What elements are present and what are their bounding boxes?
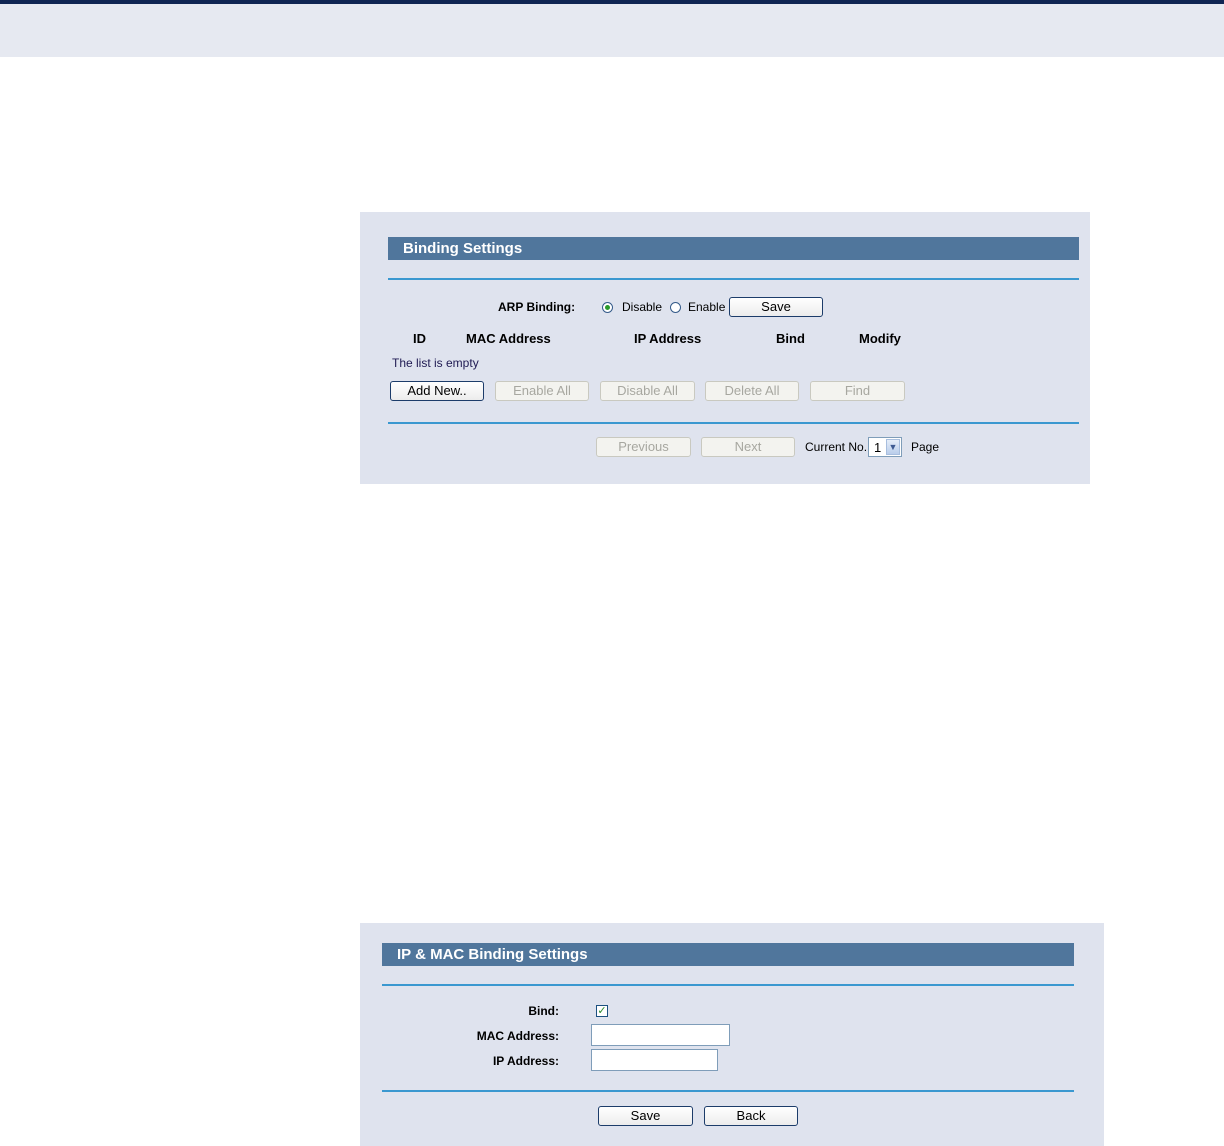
disable-all-button[interactable]: Disable All xyxy=(600,381,695,401)
chevron-down-icon: ▼ xyxy=(886,439,900,455)
arp-enable-radio[interactable] xyxy=(670,302,681,313)
column-modify: Modify xyxy=(859,331,901,346)
column-bind: Bind xyxy=(776,331,805,346)
arp-binding-label: ARP Binding: xyxy=(498,300,576,314)
divider-top xyxy=(382,984,1074,986)
arp-enable-label: Enable xyxy=(688,300,726,314)
enable-all-button[interactable]: Enable All xyxy=(495,381,589,401)
binding-settings-panel: Binding Settings ARP Binding: Disable En… xyxy=(360,212,1090,484)
divider-bottom xyxy=(382,1090,1074,1092)
back-button[interactable]: Back xyxy=(704,1106,798,1126)
arp-disable-label: Disable xyxy=(622,300,663,314)
save-button[interactable]: Save xyxy=(598,1106,693,1126)
ip-address-label: IP Address: xyxy=(492,1054,559,1068)
find-button[interactable]: Find xyxy=(810,381,905,401)
column-id: ID xyxy=(413,331,426,346)
column-mac-address: MAC Address xyxy=(466,331,551,346)
bind-label: Bind: xyxy=(528,1004,559,1018)
current-no-label: Current No. xyxy=(805,440,868,454)
add-new-button[interactable]: Add New.. xyxy=(390,381,484,401)
column-ip-address: IP Address xyxy=(634,331,702,346)
mac-address-label: MAC Address: xyxy=(476,1029,559,1043)
current-page-value: 1 xyxy=(874,440,882,455)
next-button[interactable]: Next xyxy=(701,437,795,457)
ip-mac-binding-panel: IP & MAC Binding Settings Bind: ✓ MAC Ad… xyxy=(360,923,1104,1146)
arp-disable-radio[interactable] xyxy=(602,302,613,313)
current-page-select[interactable]: 1 ▼ xyxy=(868,437,902,457)
divider-bottom xyxy=(388,422,1079,424)
header-band xyxy=(0,4,1224,57)
binding-settings-title: Binding Settings xyxy=(388,237,1079,260)
empty-list-message: The list is empty xyxy=(392,356,479,370)
page-label: Page xyxy=(911,440,940,454)
previous-button[interactable]: Previous xyxy=(596,437,691,457)
ip-mac-binding-title: IP & MAC Binding Settings xyxy=(382,943,1074,966)
bind-checkbox[interactable]: ✓ xyxy=(596,1005,608,1017)
delete-all-button[interactable]: Delete All xyxy=(705,381,799,401)
arp-save-button[interactable]: Save xyxy=(729,297,823,317)
ip-address-input[interactable] xyxy=(591,1049,718,1071)
check-icon: ✓ xyxy=(597,1005,607,1017)
mac-address-input[interactable] xyxy=(591,1024,730,1046)
divider-top xyxy=(388,278,1079,280)
